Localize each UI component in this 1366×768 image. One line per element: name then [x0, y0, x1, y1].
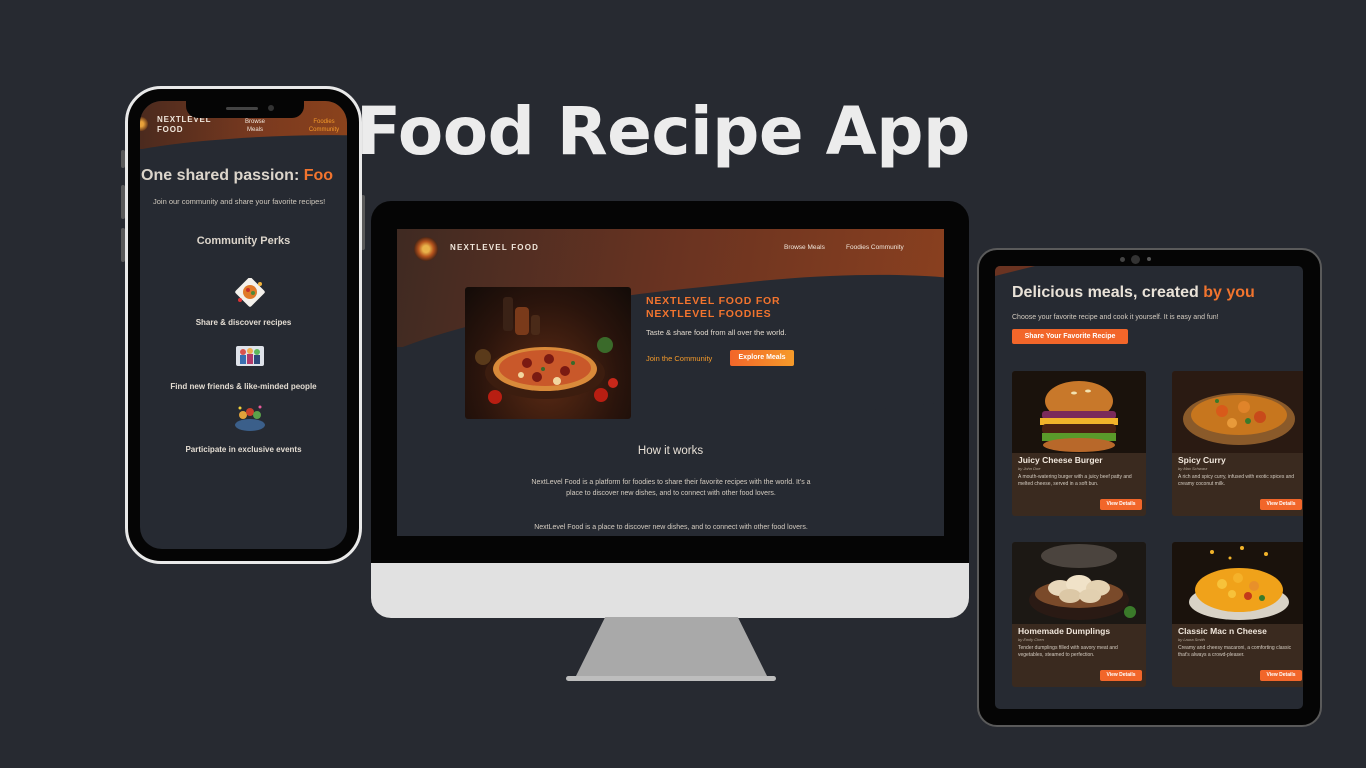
nav-foodies-community[interactable]: Foodies Community [303, 118, 345, 134]
phone-hero-heading: One shared passion: Foo [141, 167, 333, 185]
how-it-works-paragraph-2: NextLevel Food is a place to discover ne… [534, 524, 808, 531]
card-author: by Emily Chen [1018, 637, 1044, 642]
tablet-heading: Delicious meals, created by you [1012, 284, 1255, 302]
how-it-works-heading: How it works [637, 445, 704, 457]
phone-mockup: NEXTLEVEL FOOD Browse Meals Foodies Comm… [125, 86, 362, 564]
friends-group-icon [236, 346, 264, 366]
perk-label: Share & discover recipes [195, 318, 292, 327]
brand-line-2: FOOD [157, 125, 184, 134]
card-description: A rich and spicy curry, infused with exo… [1178, 474, 1295, 487]
heading-prefix: Delicious meals, created [1012, 284, 1204, 301]
monitor-base [566, 676, 776, 681]
how-it-works-paragraph-1: NextLevel Food is a platform for foodies… [531, 479, 811, 497]
burger-image [1012, 371, 1146, 453]
phone-screen: NEXTLEVEL FOOD Browse Meals Foodies Comm… [140, 101, 347, 549]
nav-label-line-1: Foodies [313, 119, 335, 125]
monitor-stand [574, 617, 769, 680]
nav-label-line-1: Browse [244, 119, 265, 125]
tablet-sensor [1120, 257, 1125, 262]
view-details-button[interactable]: View Details [1260, 670, 1302, 681]
desktop-hero-title: NEXTLEVEL FOOD FOR NEXTLEVEL FOODIES [646, 295, 781, 320]
meal-card[interactable]: Spicy Curry by Max Schwarz A rich and sp… [1172, 371, 1303, 516]
recipe-plate-icon [235, 278, 265, 307]
curry-image [1172, 371, 1303, 453]
tablet-header-accent [995, 266, 1035, 276]
phone-subtitle: Join our community and share your favori… [153, 197, 326, 206]
page-title: Food Recipe App [356, 93, 970, 170]
tablet-screen: Delicious meals, created by you Choose y… [995, 266, 1303, 709]
card-title: Juicy Cheese Burger [1018, 455, 1103, 465]
view-details-button[interactable]: View Details [1100, 499, 1142, 510]
perk-label: Participate in exclusive events [185, 445, 302, 454]
desktop-brand[interactable]: NEXTLEVEL FOOD [450, 243, 539, 252]
tablet-subtitle: Choose your favorite recipe and cook it … [1012, 314, 1219, 321]
card-author: by John Doe [1018, 466, 1041, 471]
nav-browse-meals[interactable]: Browse Meals [784, 244, 825, 251]
dumplings-image [1012, 542, 1146, 624]
monitor-chin [371, 563, 969, 618]
card-title: Classic Mac n Cheese [1178, 626, 1267, 636]
card-author: by Max Schwarz [1178, 466, 1208, 471]
share-recipe-button[interactable]: Share Your Favorite Recipe [1012, 329, 1128, 344]
heading-accent: by you [1203, 284, 1255, 301]
nav-label-line-2: Community [308, 127, 340, 133]
tablet-camera-icon [1131, 255, 1140, 264]
card-description: Creamy and cheesy macaroni, a comforting… [1178, 645, 1292, 658]
phone-brand[interactable]: NEXTLEVEL FOOD [157, 115, 227, 135]
view-details-button[interactable]: View Details [1100, 670, 1142, 681]
events-icon [235, 405, 265, 431]
perks-title: Community Perks [196, 235, 291, 247]
view-details-button[interactable]: View Details [1260, 499, 1302, 510]
meal-card[interactable]: Homemade Dumplings by Emily Chen Tender … [1012, 542, 1146, 687]
hero-pizza-image [465, 287, 631, 419]
hero-accent: Foo [303, 167, 334, 184]
nav-foodies-community[interactable]: Foodies Community [846, 244, 904, 251]
logo-icon[interactable] [414, 237, 438, 261]
join-community-link[interactable]: Join the Community [646, 354, 712, 363]
card-description: A mouth-watering burger with a juicy bee… [1018, 474, 1132, 487]
card-author: by Laura Smith [1178, 637, 1205, 642]
tablet-sensor [1147, 257, 1151, 261]
meal-card[interactable]: Juicy Cheese Burger by John Doe A mouth-… [1012, 371, 1146, 516]
explore-meals-button[interactable]: Explore Meals [730, 350, 794, 366]
meal-card[interactable]: Classic Mac n Cheese by Laura Smith Crea… [1172, 542, 1303, 687]
card-title: Spicy Curry [1178, 455, 1226, 465]
perk-label: Find new friends & like-minded people [170, 382, 317, 391]
desktop-screen: NEXTLEVEL FOOD Browse Meals Foodies Comm… [397, 229, 944, 536]
desktop-tagline: Taste & share food from all over the wor… [646, 328, 787, 337]
nav-browse-meals[interactable]: Browse Meals [238, 118, 272, 134]
card-description: Tender dumplings filled with savory meat… [1018, 645, 1118, 658]
hero-prefix: One shared passion: [141, 167, 304, 184]
nav-label-line-2: Meals [246, 127, 263, 133]
mac-n-cheese-image [1172, 542, 1303, 624]
card-title: Homemade Dumplings [1018, 626, 1111, 636]
phone-notch [186, 101, 304, 118]
